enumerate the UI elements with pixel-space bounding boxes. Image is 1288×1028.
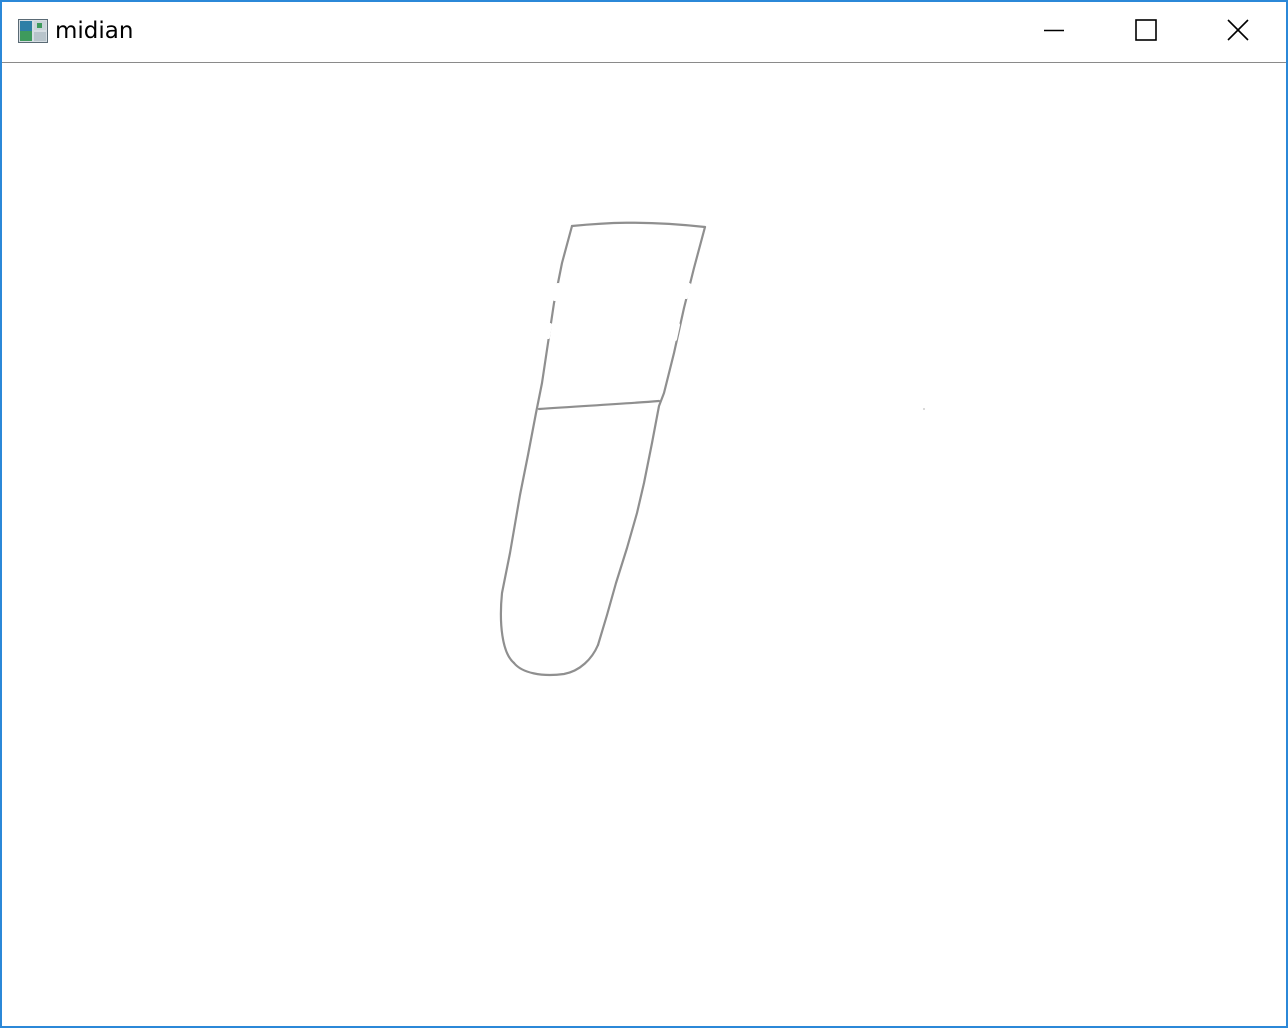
tube-top-edge [570,221,707,229]
close-button[interactable] [1192,2,1284,62]
maximize-button[interactable] [1100,2,1192,62]
sketch-drawing [499,221,925,677]
app-window-icon [18,19,48,43]
maximize-icon [1135,19,1157,45]
tube-bottom [512,643,600,677]
minimize-icon [1044,20,1064,44]
app-window: midian [0,0,1288,1028]
tube-left-side [499,224,574,665]
title-bar[interactable]: midian [2,2,1286,63]
image-canvas [2,63,1286,1026]
minimize-button[interactable] [1008,2,1100,62]
stray-dot [923,408,925,410]
close-icon [1227,19,1249,45]
window-title: midian [55,18,134,44]
tube-liquid-line [537,399,661,411]
